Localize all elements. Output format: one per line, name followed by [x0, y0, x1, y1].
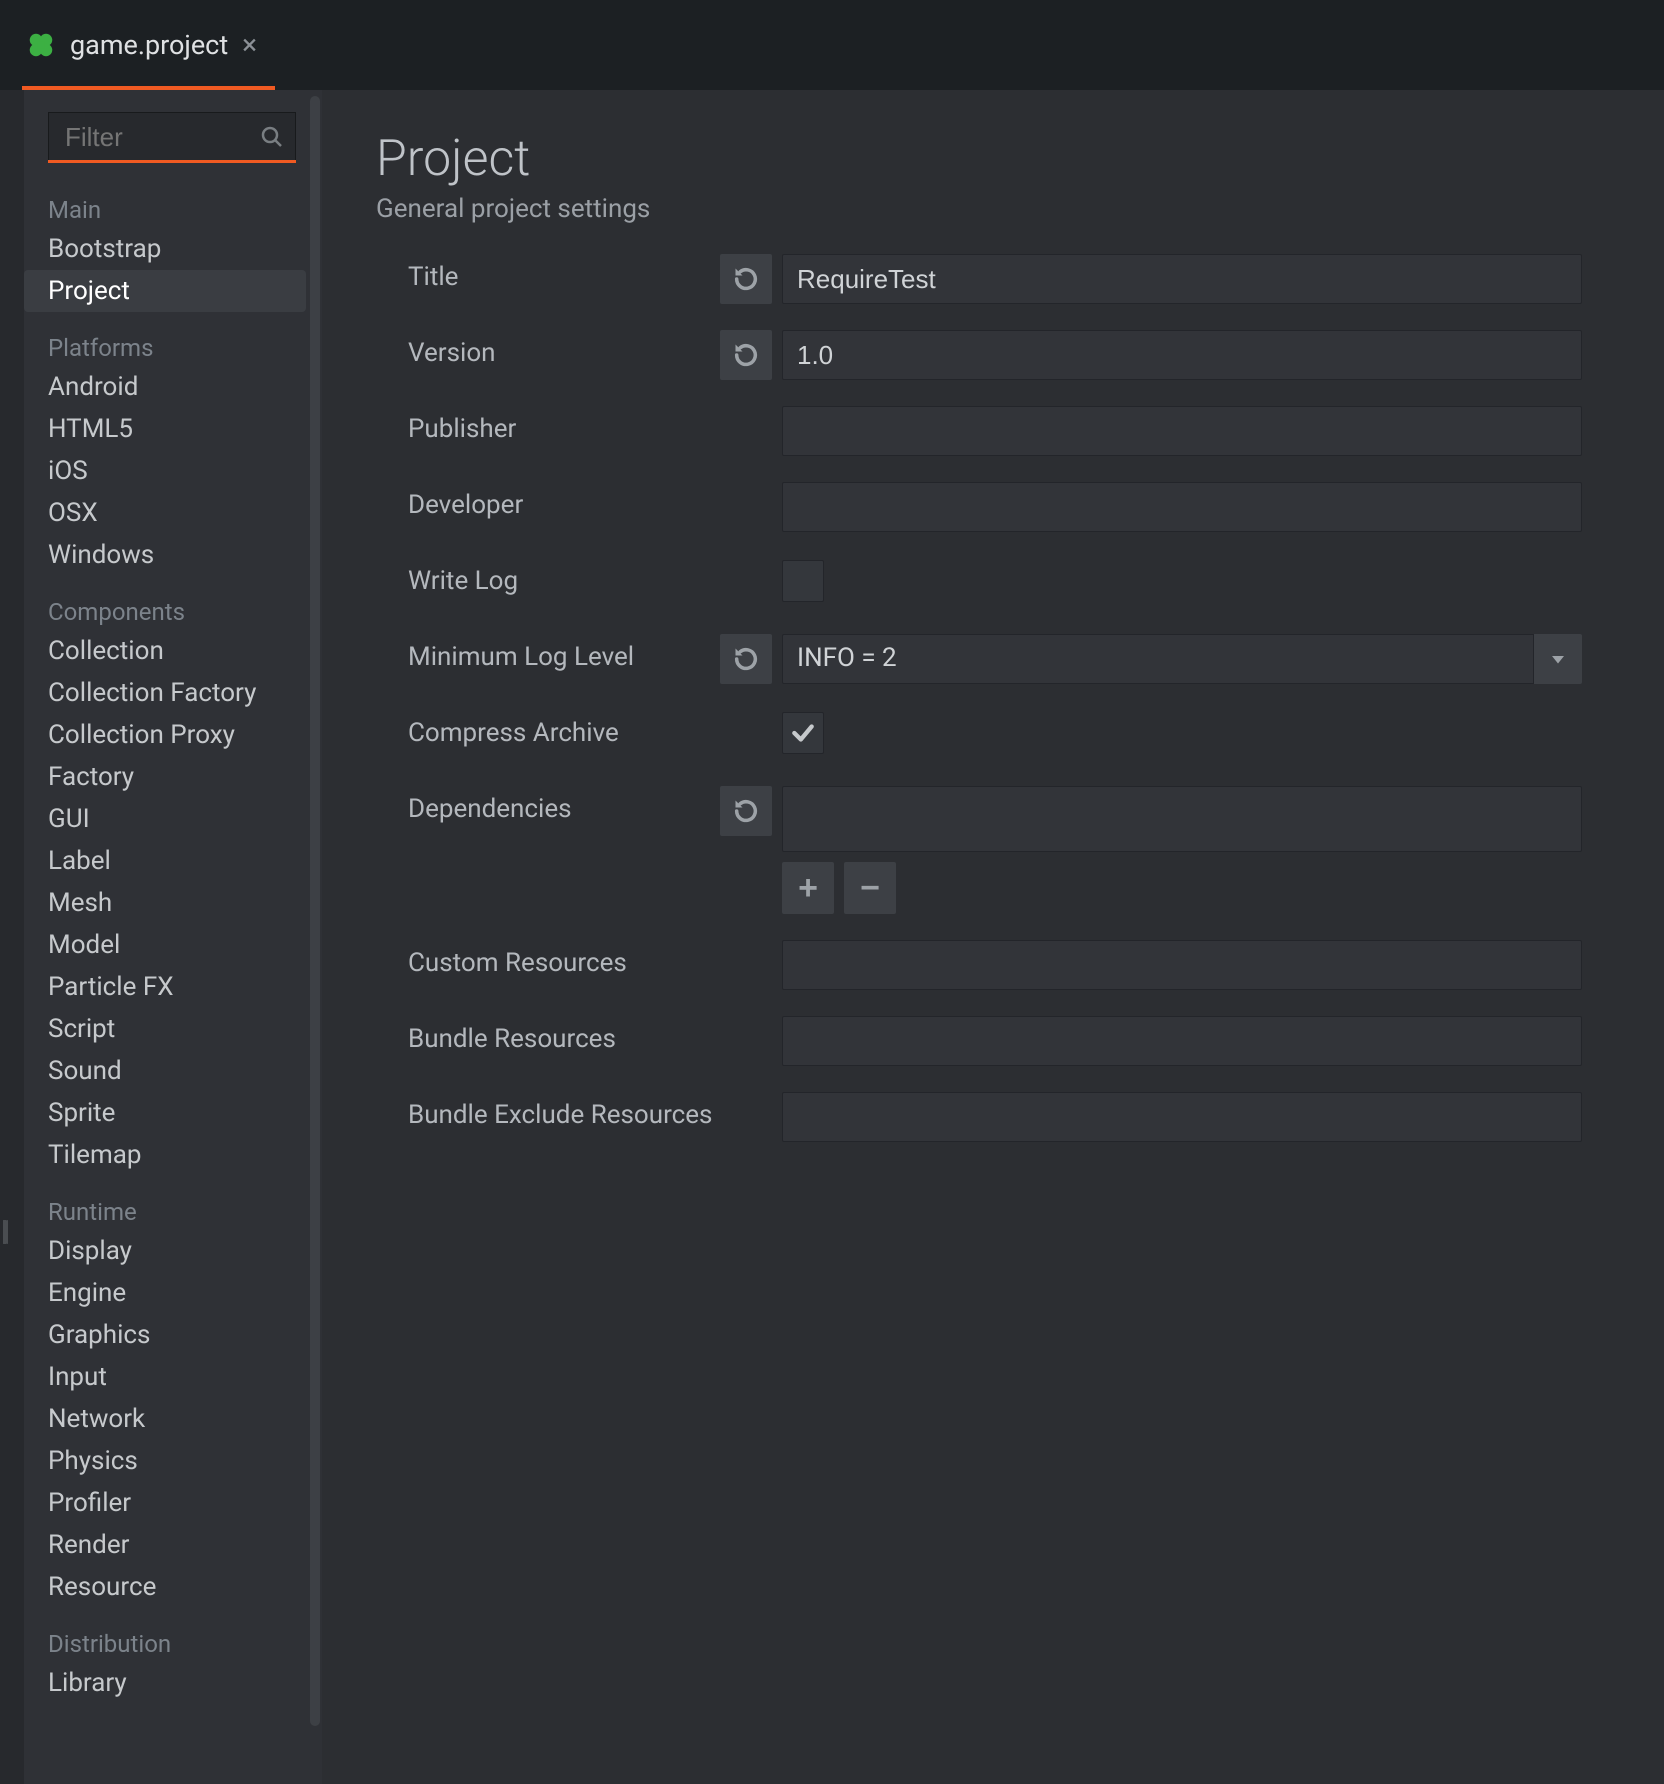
sidebar-group-header: Platforms	[24, 312, 314, 366]
form-row-publisher: Publisher	[376, 406, 1604, 456]
form-row-custom_resources: Custom Resources	[376, 940, 1604, 990]
label-version: Version	[376, 330, 716, 368]
sidebar-item-collection[interactable]: Collection	[24, 630, 306, 672]
tab-game-project[interactable]: game.project ×	[0, 0, 275, 90]
sidebar-group-header: Components	[24, 576, 314, 630]
filter-input[interactable]	[48, 112, 296, 162]
dependencies-control: +−	[782, 786, 1582, 914]
input-publisher[interactable]	[782, 406, 1582, 456]
clover-icon	[26, 30, 56, 60]
sidebar-item-html5[interactable]: HTML5	[24, 408, 306, 450]
sidebar-item-library[interactable]: Library	[24, 1662, 306, 1704]
sidebar-item-osx[interactable]: OSX	[24, 492, 306, 534]
sidebar-item-collection-factory[interactable]: Collection Factory	[24, 672, 306, 714]
label-write_log: Write Log	[376, 558, 716, 596]
reset-button-min_log_level[interactable]	[720, 634, 772, 684]
form-row-compress_archive: Compress Archive	[376, 710, 1604, 760]
input-developer[interactable]	[782, 482, 1582, 532]
sidebar-item-model[interactable]: Model	[24, 924, 306, 966]
sidebar-item-bootstrap[interactable]: Bootstrap	[24, 228, 306, 270]
label-publisher: Publisher	[376, 406, 716, 444]
sidebar-item-profiler[interactable]: Profiler	[24, 1482, 306, 1524]
form-row-dependencies: Dependencies+−	[376, 786, 1604, 914]
reset-button-dependencies[interactable]	[720, 786, 772, 836]
sidebar-item-engine[interactable]: Engine	[24, 1272, 306, 1314]
checkbox-compress_archive[interactable]	[782, 712, 824, 754]
sidebar-item-factory[interactable]: Factory	[24, 756, 306, 798]
sidebar-item-collection-proxy[interactable]: Collection Proxy	[24, 714, 306, 756]
label-bundle_exclude: Bundle Exclude Resources	[376, 1092, 716, 1130]
input-version[interactable]	[782, 330, 1582, 380]
sidebar-item-ios[interactable]: iOS	[24, 450, 306, 492]
label-min_log_level: Minimum Log Level	[376, 634, 716, 672]
sidebar-item-label[interactable]: Label	[24, 840, 306, 882]
sidebar: MainBootstrapProjectPlatformsAndroidHTML…	[24, 90, 322, 1784]
search-icon	[260, 125, 284, 149]
input-custom_resources[interactable]	[782, 940, 1582, 990]
label-title: Title	[376, 254, 716, 292]
sidebar-item-gui[interactable]: GUI	[24, 798, 306, 840]
form-row-version: Version	[376, 330, 1604, 380]
form-row-write_log: Write Log	[376, 558, 1604, 608]
sidebar-group-header: Distribution	[24, 1608, 314, 1662]
sidebar-item-resource[interactable]: Resource	[24, 1566, 306, 1608]
sidebar-item-script[interactable]: Script	[24, 1008, 306, 1050]
resize-grip-icon[interactable]	[3, 1220, 7, 1244]
label-dependencies: Dependencies	[376, 786, 716, 824]
minus-icon: −	[860, 871, 880, 905]
input-bundle_resources[interactable]	[782, 1016, 1582, 1066]
form-row-min_log_level: Minimum Log Level INFO = 2	[376, 634, 1604, 684]
select-min_log_level[interactable]: INFO = 2	[782, 634, 1582, 684]
tab-bar: game.project ×	[0, 0, 1664, 90]
sidebar-item-sprite[interactable]: Sprite	[24, 1092, 306, 1134]
filter-wrap	[48, 112, 296, 162]
label-bundle_resources: Bundle Resources	[376, 1016, 716, 1054]
input-title[interactable]	[782, 254, 1582, 304]
sidebar-item-particle-fx[interactable]: Particle FX	[24, 966, 306, 1008]
dependencies-list[interactable]	[782, 786, 1582, 852]
sidebar-item-sound[interactable]: Sound	[24, 1050, 306, 1092]
filter-active-indicator	[48, 160, 296, 163]
chevron-down-icon[interactable]	[1534, 634, 1582, 684]
sidebar-item-display[interactable]: Display	[24, 1230, 306, 1272]
remove-dependency-button[interactable]: −	[844, 862, 896, 914]
form-row-developer: Developer	[376, 482, 1604, 532]
page-subtitle: General project settings	[376, 194, 1604, 224]
form-row-bundle_exclude: Bundle Exclude Resources	[376, 1092, 1604, 1142]
sidebar-item-project[interactable]: Project	[24, 270, 306, 312]
form-row-title: Title	[376, 254, 1604, 304]
sidebar-item-input[interactable]: Input	[24, 1356, 306, 1398]
input-bundle_exclude[interactable]	[782, 1092, 1582, 1142]
label-custom_resources: Custom Resources	[376, 940, 716, 978]
sidebar-item-network[interactable]: Network	[24, 1398, 306, 1440]
sidebar-item-android[interactable]: Android	[24, 366, 306, 408]
sidebar-item-physics[interactable]: Physics	[24, 1440, 306, 1482]
sidebar-scrollbar[interactable]	[310, 96, 320, 1726]
checkbox-write_log[interactable]	[782, 560, 824, 602]
plus-icon: +	[798, 871, 818, 905]
select-value-min_log_level: INFO = 2	[782, 634, 1534, 684]
label-compress_archive: Compress Archive	[376, 710, 716, 748]
sidebar-group-header: Main	[24, 174, 314, 228]
sidebar-item-render[interactable]: Render	[24, 1524, 306, 1566]
page-title: Project	[376, 130, 1604, 188]
sidebar-gutter	[0, 90, 24, 1784]
close-icon[interactable]: ×	[242, 31, 257, 59]
form-row-bundle_resources: Bundle Resources	[376, 1016, 1604, 1066]
sidebar-item-windows[interactable]: Windows	[24, 534, 306, 576]
sidebar-item-mesh[interactable]: Mesh	[24, 882, 306, 924]
reset-button-version[interactable]	[720, 330, 772, 380]
reset-button-title[interactable]	[720, 254, 772, 304]
label-developer: Developer	[376, 482, 716, 520]
sidebar-item-tilemap[interactable]: Tilemap	[24, 1134, 306, 1176]
sidebar-group-header: Runtime	[24, 1176, 314, 1230]
tab-title: game.project	[70, 29, 228, 61]
main-panel: Project General project settings Title Ve…	[322, 90, 1664, 1784]
add-dependency-button[interactable]: +	[782, 862, 834, 914]
sidebar-item-graphics[interactable]: Graphics	[24, 1314, 306, 1356]
